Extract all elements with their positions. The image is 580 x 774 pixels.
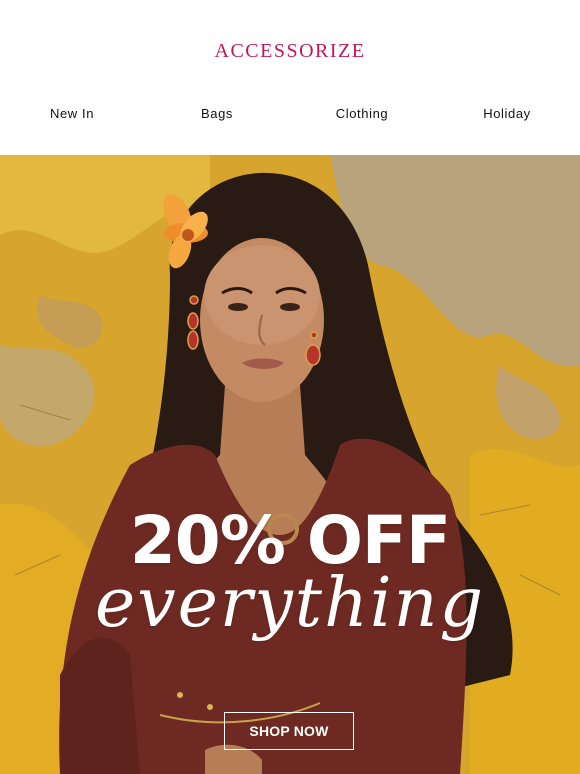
promo-subheadline: everything: [94, 564, 485, 643]
email-header: ACCESSORIZE New In Bags Clothing Holiday: [0, 0, 580, 155]
top-navigation: New In Bags Clothing Holiday: [0, 106, 580, 126]
nav-item-clothing[interactable]: Clothing: [302, 106, 422, 121]
nav-item-new-in[interactable]: New In: [12, 106, 132, 121]
brand-logo[interactable]: ACCESSORIZE: [0, 40, 580, 63]
shop-now-button[interactable]: SHOP NOW: [224, 712, 354, 750]
hero-banner[interactable]: 20% OFF everything SHOP NOW: [0, 155, 580, 774]
nav-item-holiday[interactable]: Holiday: [447, 106, 567, 121]
nav-item-bags[interactable]: Bags: [157, 106, 277, 121]
hero-photo: [0, 155, 580, 774]
